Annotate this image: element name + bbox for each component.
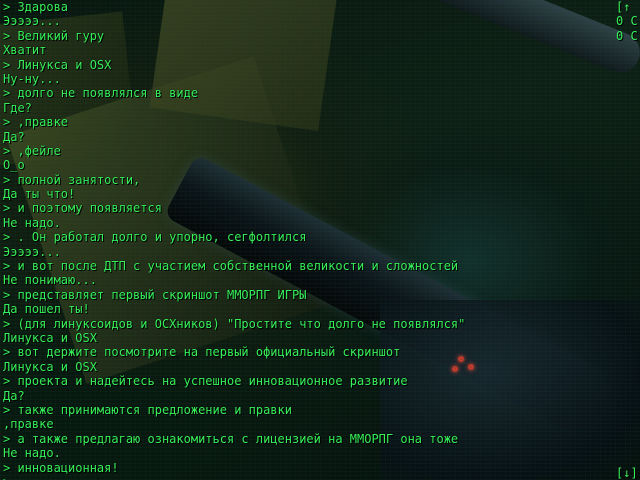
scroll-down-indicator[interactable]: [↓] [616, 466, 640, 480]
chat-line-reply: Да пошел ты! [3, 302, 90, 317]
chat-line-user: > Великий гуру [3, 28, 105, 43]
chat-line-reply: Не понимаю... [3, 273, 97, 288]
chat-line-user: > инновационная! [3, 460, 119, 475]
chat-line-user: > а также предлагаю ознакомиться с лицен… [3, 431, 459, 446]
chat-line-reply: Линукса и OSX [3, 359, 97, 374]
chat-line-user: > (для линуксоидов и ОСХников) "Простите… [3, 316, 466, 331]
chat-line-user: > Здарова [3, 0, 69, 14]
chat-line-user: > также принимаются предложение и правки [3, 402, 292, 417]
chat-line-user: > ,фейле [3, 143, 61, 158]
chat-line-reply: Не надо. [3, 446, 61, 461]
chat-line-user: > ,правке [3, 115, 69, 130]
chat-line-reply: ,правке [3, 417, 54, 432]
chat-line-reply: О_о [3, 158, 25, 173]
chat-line-reply: Да? [3, 388, 25, 403]
chat-line-reply: Эээээ... [3, 14, 61, 29]
chat-line-user: > представляет первый скриншот ММОРПГ ИГ… [3, 287, 307, 302]
chat-line-reply: Ну-ну... [3, 71, 61, 86]
chat-line-reply: Эээээ... [3, 244, 61, 259]
chat-line-reply: Не надо. [3, 215, 61, 230]
status-indicator-top-right: [↑ 0 C 0 C [616, 0, 640, 43]
chat-line-reply: Да ты что! [3, 187, 76, 202]
chat-line-user: > Линукса и OSX [3, 57, 112, 72]
chat-line-user: > и вот после ДТП с участием собственной… [3, 259, 459, 274]
chat-line-user: > долго не появлялся в виде [3, 86, 199, 101]
chat-line-user: > вот держите посмотрите на первый офици… [3, 345, 401, 360]
chat-line-user: > проекта и надейтесь на успешное иннова… [3, 374, 408, 389]
chat-line-user: > . Он работал долго и упорно, сегфолтил… [3, 230, 307, 245]
chat-line-user: > и поэтому появляется [3, 201, 162, 216]
chat-line-reply: Линукса и OSX [3, 330, 97, 345]
chat-line-reply: Где? [3, 100, 32, 115]
chat-console[interactable]: > Здарова Эээээ... > Великий гуру Хватит > Л… [0, 0, 613, 480]
scroll-up-indicator[interactable]: [↑ [616, 0, 640, 14]
chat-line-user: > [3, 475, 613, 480]
chat-line-reply: Да? [3, 129, 25, 144]
game-screen: > Здарова Эээээ... > Великий гуру Хватит > Л… [0, 0, 640, 480]
chat-line-reply: Хватит [3, 43, 47, 58]
chat-line-user: > полной занятости, [3, 172, 141, 187]
status-counter: 0 C [616, 14, 638, 29]
status-counter: 0 C [616, 28, 638, 43]
